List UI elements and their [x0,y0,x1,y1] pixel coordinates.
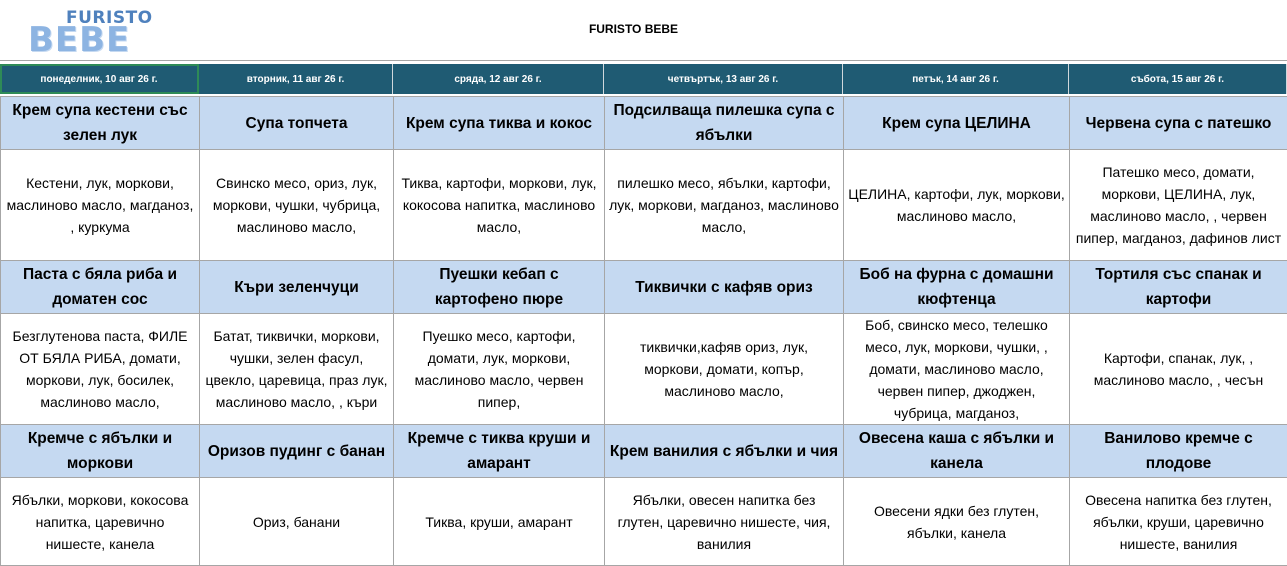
ingredients-row: Безглутенова паста, ФИЛЕ ОТ БЯЛА РИБА, д… [1,314,1287,425]
dish-cell[interactable]: Кремче с ябълки и моркови [1,425,200,478]
dish-cell[interactable]: Овесена каша с ябълки и канела [844,425,1070,478]
ingredients-cell[interactable]: Свинско месо, ориз, лук, моркови, чушки,… [200,150,394,261]
dish-cell[interactable]: Крем супа тиква и кокос [394,97,605,150]
ingredients-cell[interactable]: Безглутенова паста, ФИЛЕ ОТ БЯЛА РИБА, д… [1,314,200,425]
sheet-title[interactable]: FURISTO BEBE [0,22,1267,36]
ingredients-cell[interactable]: Овесени ядки без глутен, ябълки, канела [844,478,1070,566]
dish-cell[interactable]: Пуешки кебап с картофено пюре [394,261,605,314]
date-cell-saturday[interactable]: събота, 15 авг 26 г. [1069,64,1287,94]
date-cell-friday[interactable]: петък, 14 авг 26 г. [843,64,1069,94]
ingredients-cell[interactable]: ЦЕЛИНА, картофи, лук, моркови, маслиново… [844,150,1070,261]
ingredients-cell[interactable]: Патешко месо, домати, моркови, ЦЕЛИНА, л… [1070,150,1287,261]
ingredients-cell[interactable]: Пуешко месо, картофи, домати, лук, морко… [394,314,605,425]
ingredients-cell[interactable]: Боб, свинско месо, телешко месо, лук, мо… [844,314,1070,425]
ingredients-cell[interactable]: Батат, тиквички, моркови, чушки, зелен ф… [200,314,394,425]
dish-cell[interactable]: Тортиля със спанак и картофи [1070,261,1287,314]
ingredients-cell[interactable]: Ябълки, овесен напитка без глутен, царев… [605,478,844,566]
ingredients-cell[interactable]: Картофи, спанак, лук, , маслиново масло,… [1070,314,1287,425]
dish-cell[interactable]: Боб на фурна с домашни кюфтенца [844,261,1070,314]
divider [0,60,1287,61]
ingredients-cell[interactable]: пилешко месо, ябълки, картофи, лук, морк… [605,150,844,261]
ingredients-row: Ябълки, моркови, кокосова напитка, царев… [1,478,1287,566]
dish-cell[interactable]: Крем супа кестени със зелен лук [1,97,200,150]
ingredients-cell[interactable]: Ориз, банани [200,478,394,566]
dish-cell[interactable]: Супа топчета [200,97,394,150]
date-cell-monday[interactable]: понеделник, 10 авг 26 г. [0,64,199,94]
date-cell-tuesday[interactable]: вторник, 11 авг 26 г. [199,64,393,94]
dish-cell[interactable]: Крем супа ЦЕЛИНА [844,97,1070,150]
dish-cell[interactable]: Крем ванилия с ябълки и чия [605,425,844,478]
dish-cell[interactable]: Паста с бяла риба и доматен сос [1,261,200,314]
dish-row: Паста с бяла риба и доматен сос Къри зел… [1,261,1287,314]
ingredients-cell[interactable]: тиквички,кафяв ориз, лук, моркови, домат… [605,314,844,425]
dish-cell[interactable]: Ванилово кремче с плодове [1070,425,1287,478]
dish-cell[interactable]: Кремче с тиква круши и амарант [394,425,605,478]
ingredients-cell[interactable]: Овесена напитка без глутен, ябълки, круш… [1070,478,1287,566]
date-cell-wednesday[interactable]: сряда, 12 авг 26 г. [393,64,604,94]
dish-cell[interactable]: Червена супа с патешко [1070,97,1287,150]
menu-table: Крем супа кестени със зелен лук Супа топ… [0,96,1287,566]
ingredients-cell[interactable]: Тиква, круши, амарант [394,478,605,566]
dish-cell[interactable]: Подсилваща пилешка супа с ябълки [605,97,844,150]
ingredients-row: Кестени, лук, моркови, маслиново масло, … [1,150,1287,261]
dish-cell[interactable]: Оризов пудинг с банан [200,425,394,478]
dish-row: Кремче с ябълки и моркови Оризов пудинг … [1,425,1287,478]
dish-row: Крем супа кестени със зелен лук Супа топ… [1,97,1287,150]
ingredients-cell[interactable]: Тиква, картофи, моркови, лук, кокосова н… [394,150,605,261]
menu-sheet: FURISTO BEBE FURISTO BEBE понеделник, 10… [0,0,1287,557]
date-cell-thursday[interactable]: четвъртък, 13 авг 26 г. [604,64,843,94]
ingredients-cell[interactable]: Ябълки, моркови, кокосова напитка, царев… [1,478,200,566]
dish-cell[interactable]: Къри зеленчуци [200,261,394,314]
dish-cell[interactable]: Тиквички с кафяв ориз [605,261,844,314]
ingredients-cell[interactable]: Кестени, лук, моркови, маслиново масло, … [1,150,200,261]
date-header-row: понеделник, 10 авг 26 г. вторник, 11 авг… [0,64,1287,94]
